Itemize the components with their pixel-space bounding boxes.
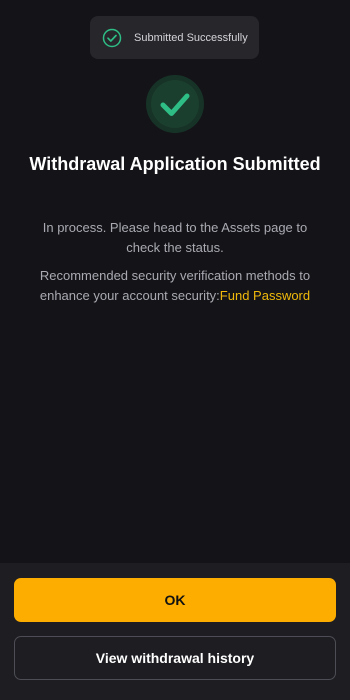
status-description: In process. Please head to the Assets pa… (42, 220, 308, 255)
toast-message: Submitted Successfully (134, 31, 248, 44)
ok-button[interactable]: OK (14, 578, 336, 622)
security-recommendation: Recommended security verification method… (30, 266, 320, 306)
check-circle-icon (102, 28, 122, 48)
page-title: Withdrawal Application Submitted (29, 154, 321, 174)
check-icon (145, 74, 205, 134)
success-toast: Submitted Successfully (90, 16, 259, 59)
fund-password-link[interactable]: Fund Password (220, 288, 310, 303)
view-withdrawal-history-button[interactable]: View withdrawal history (14, 636, 336, 680)
